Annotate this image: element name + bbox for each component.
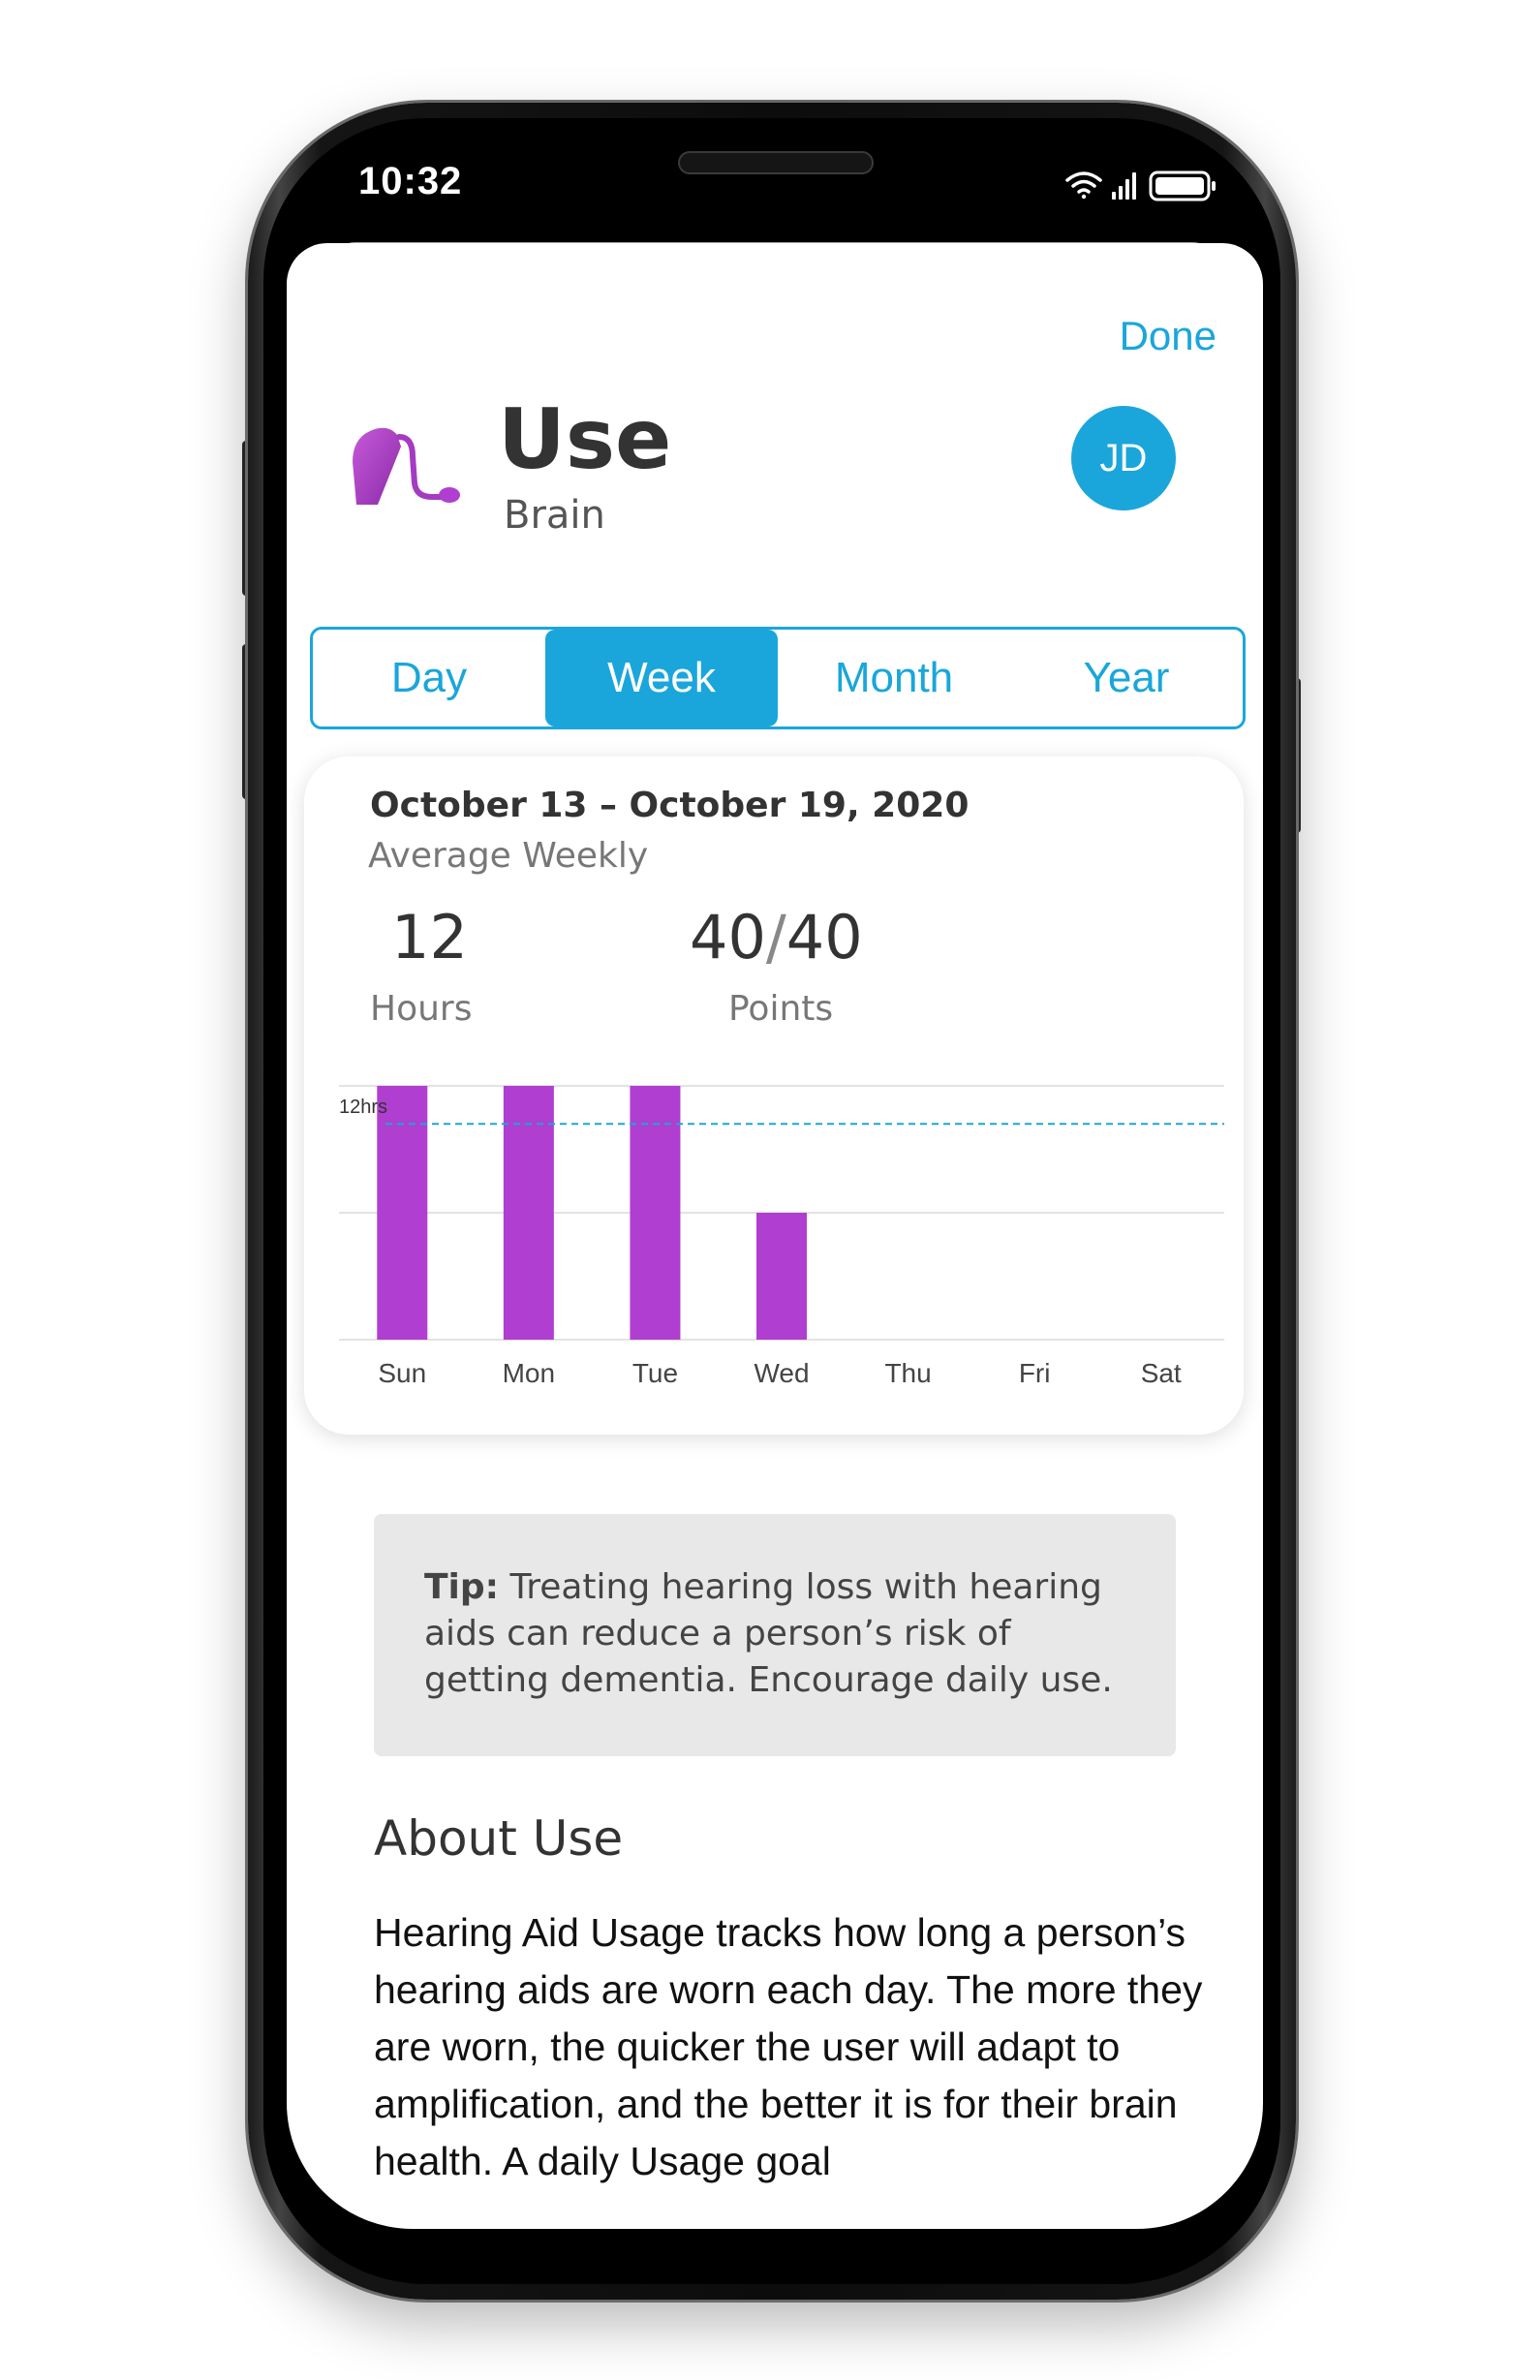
tip-label: Tip: [424,1567,500,1607]
done-button[interactable]: Done [1120,313,1217,359]
x-tick-wed: Wed [754,1358,809,1388]
page-title: Use [498,391,672,488]
usage-detail-sheet: Done Use Brain JD Day Week Month Year Oc… [287,243,1263,2229]
tip-text: Treating hearing loss with hearing aids … [424,1567,1113,1700]
tab-week[interactable]: Week [545,630,778,726]
goal-label: 12hrs [339,1097,387,1118]
usage-bar-chart: Sun Mon Tue Wed Thu Fri Sat 12hrs [339,1085,1224,1388]
x-tick-tue: Tue [632,1358,678,1388]
x-tick-fri: Fri [1019,1358,1051,1388]
cellular-signal-icon [1112,172,1136,200]
status-icons [1065,170,1216,201]
x-tick-mon: Mon [503,1358,555,1388]
hearing-aid-icon [353,427,460,505]
about-heading: About Use [374,1810,624,1867]
tip-box: Tip: Treating hearing loss with hearing … [374,1514,1176,1756]
page-subtitle: Brain [504,493,605,538]
user-avatar[interactable]: JD [1071,406,1176,510]
x-tick-sat: Sat [1141,1358,1182,1388]
stage: 10:32 Done Use Brain JD Day Week Month Y… [0,0,1540,2380]
battery-icon [1149,170,1216,201]
x-tick-thu: Thu [884,1358,931,1388]
weekly-summary-card: October 13 – October 19, 2020 Average We… [304,757,1244,1435]
x-tick-sun: Sun [378,1358,426,1388]
wifi-icon [1065,171,1102,200]
tab-day[interactable]: Day [313,630,545,726]
about-body: Hearing Aid Usage tracks how long a pers… [374,1910,1203,2183]
tab-month[interactable]: Month [778,630,1010,726]
tab-year[interactable]: Year [1010,630,1243,726]
speaker-grille [678,151,874,174]
status-time: 10:32 [358,160,463,202]
bar-wed [756,1213,807,1340]
period-tabs: Day Week Month Year [310,627,1246,729]
